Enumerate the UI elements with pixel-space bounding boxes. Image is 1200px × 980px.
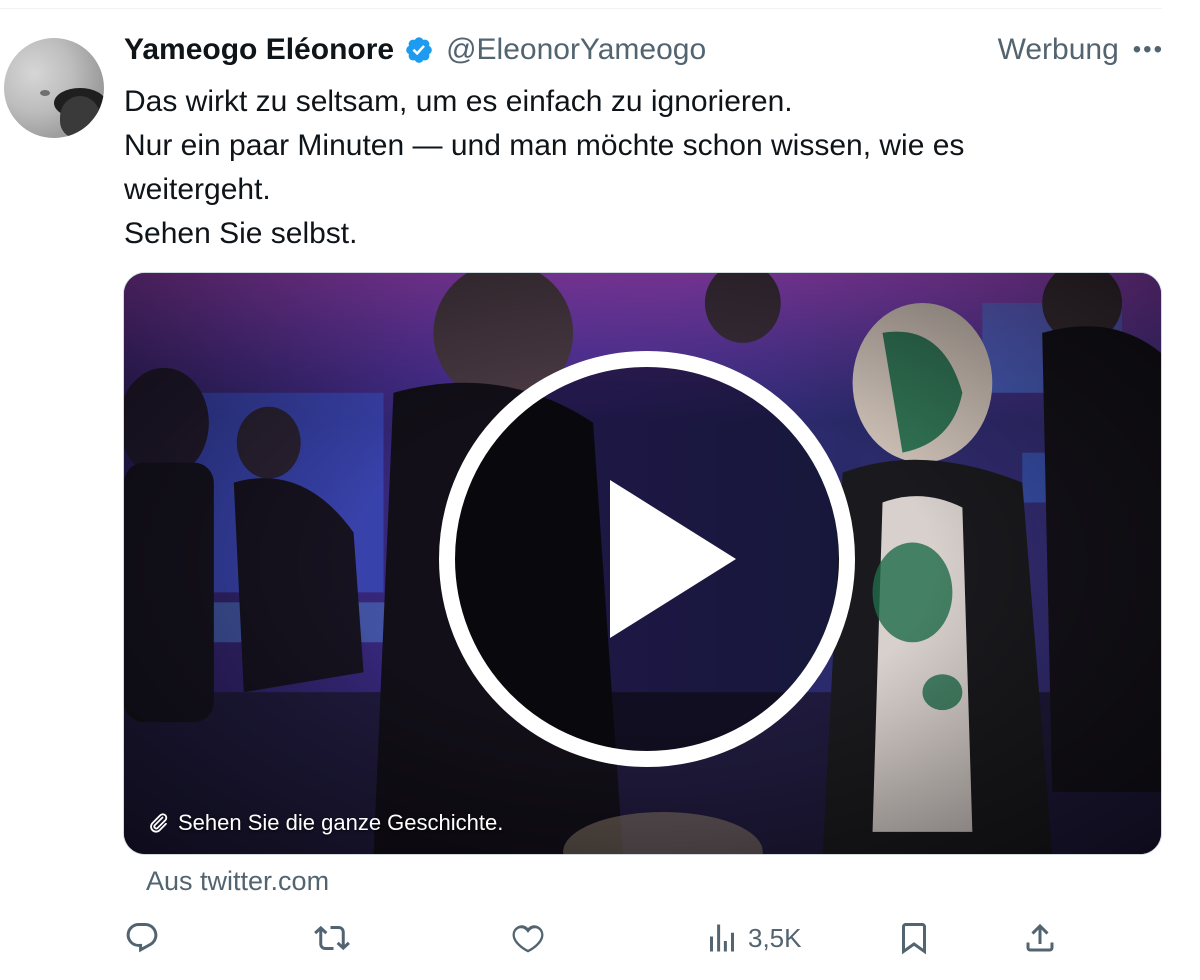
ad-label: Werbung xyxy=(997,33,1119,66)
avatar-detail xyxy=(40,90,50,96)
share-icon xyxy=(1026,923,1054,952)
top-divider xyxy=(0,8,1162,9)
tweet-text-line: Nur ein paar Minuten — und man möchte sc… xyxy=(124,129,965,162)
media-caption-text: Sehen Sie die ganze Geschichte. xyxy=(178,810,504,835)
paperclip-icon xyxy=(150,813,168,833)
views-icon xyxy=(710,924,734,952)
heart-icon xyxy=(512,925,544,953)
media-caption[interactable]: Sehen Sie die ganze Geschichte. xyxy=(146,810,503,836)
avatar-detail xyxy=(60,96,100,138)
reply-icon xyxy=(126,923,158,953)
tweet-text: Das wirkt zu seltsam, um es einfach zu i… xyxy=(124,80,1154,256)
retweet-button[interactable] xyxy=(314,916,350,960)
like-button[interactable] xyxy=(510,916,546,960)
tweet-header: Yameogo Eléonore @EleonorYameogo Werbung… xyxy=(124,30,1164,70)
source-link[interactable]: Aus twitter.com xyxy=(146,866,329,897)
action-bar: 3,5K xyxy=(124,916,1064,960)
display-name[interactable]: Yameogo Eléonore xyxy=(124,33,394,67)
video-player[interactable]: Sehen Sie die ganze Geschichte. xyxy=(123,272,1162,855)
bookmark-icon xyxy=(902,923,926,955)
tweet-text-line: weitergeht. xyxy=(124,173,271,206)
tweet-text-line: Sehen Sie selbst. xyxy=(124,217,358,250)
retweet-icon xyxy=(314,925,350,951)
reply-button[interactable] xyxy=(124,916,160,960)
author-handle[interactable]: @EleonorYameogo xyxy=(446,33,706,67)
avatar[interactable] xyxy=(4,38,104,138)
views-button[interactable]: 3,5K xyxy=(704,916,802,960)
play-icon[interactable] xyxy=(438,350,856,768)
verified-badge-icon[interactable] xyxy=(404,35,434,65)
header-right: Werbung ••• xyxy=(998,33,1164,67)
views-count: 3,5K xyxy=(748,922,802,953)
tweet-text-line: Das wirkt zu seltsam, um es einfach zu i… xyxy=(124,85,793,118)
share-button[interactable] xyxy=(1022,916,1058,960)
bookmark-button[interactable] xyxy=(896,916,932,960)
more-options-icon[interactable]: ••• xyxy=(1133,36,1164,64)
